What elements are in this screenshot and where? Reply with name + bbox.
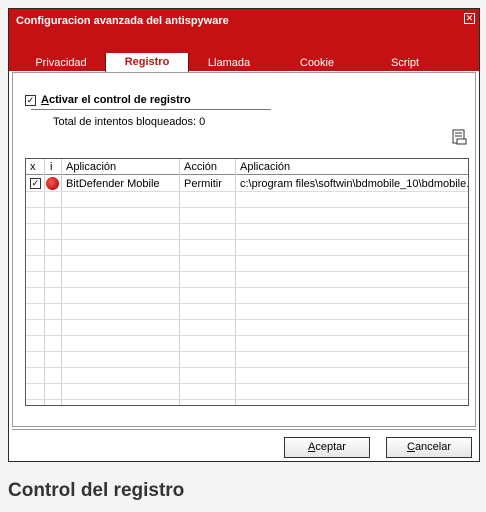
- close-icon[interactable]: ✕: [464, 13, 475, 24]
- cancel-mnemonic: C: [406, 441, 415, 453]
- figure-caption: Control del registro: [8, 480, 185, 501]
- activate-label[interactable]: Activar el control de registro: [41, 94, 191, 106]
- row-divider: [26, 303, 468, 304]
- tab-cookie[interactable]: Cookie: [289, 57, 345, 69]
- row-divider: [26, 367, 468, 368]
- row-checkbox[interactable]: ✓: [30, 178, 41, 189]
- section-divider: [31, 109, 271, 110]
- cancel-label: ancelar: [414, 441, 452, 453]
- row-divider: [26, 351, 468, 352]
- column-divider: [235, 159, 236, 405]
- row-divider: [26, 335, 468, 336]
- row-divider: [26, 207, 468, 208]
- title-bar: Configuracion avanzada del antispyware ✕…: [9, 9, 479, 72]
- bitdefender-icon: [46, 177, 59, 190]
- settings-dialog: Configuracion avanzada del antispyware ✕…: [8, 8, 480, 462]
- accept-button[interactable]: Aceptar: [284, 437, 370, 458]
- column-divider: [179, 159, 180, 405]
- column-divider: [44, 159, 45, 405]
- row-divider: [26, 191, 468, 192]
- column-header-app[interactable]: Aplicación: [66, 161, 116, 173]
- tab-llamada[interactable]: Llamada: [201, 57, 257, 69]
- tab-script[interactable]: Script: [377, 57, 433, 69]
- row-divider: [26, 223, 468, 224]
- tab-strip: Privacidad Registro Llamada Cookie Scrip…: [9, 53, 479, 72]
- row-divider: [26, 399, 468, 400]
- row-divider: [26, 287, 468, 288]
- table-header: x i Aplicación Acción Aplicación: [26, 159, 468, 175]
- dialog-footer: Aceptar Cancelar: [12, 429, 476, 459]
- tab-registro[interactable]: Registro: [105, 53, 189, 72]
- row-divider: [26, 383, 468, 384]
- row-path: c:\program files\softwin\bdmobile_10\bdm…: [240, 178, 469, 190]
- column-header-x[interactable]: x: [30, 161, 36, 173]
- cancel-button[interactable]: Cancelar: [386, 437, 472, 458]
- row-divider: [26, 239, 468, 240]
- row-divider: [26, 255, 468, 256]
- export-icon[interactable]: [451, 129, 467, 145]
- activate-checkbox[interactable]: ✓: [25, 94, 36, 106]
- column-header-path[interactable]: Aplicación: [240, 161, 290, 173]
- blocked-total: Total de intentos bloqueados: 0: [53, 116, 206, 128]
- row-action[interactable]: Permitir: [184, 178, 222, 190]
- applications-table: x i Aplicación Acción Aplicación ✓ BitDe…: [25, 158, 469, 406]
- column-header-i[interactable]: i: [50, 161, 52, 173]
- dialog-title: Configuracion avanzada del antispyware: [16, 15, 229, 27]
- row-app-name: BitDefender Mobile: [66, 178, 160, 190]
- tab-privacidad[interactable]: Privacidad: [29, 57, 93, 69]
- accept-label: ceptar: [315, 441, 346, 453]
- row-divider: [26, 319, 468, 320]
- column-divider: [61, 159, 62, 405]
- page-background: Configuracion avanzada del antispyware ✕…: [0, 0, 486, 512]
- column-header-action[interactable]: Acción: [184, 161, 217, 173]
- row-divider: [26, 271, 468, 272]
- tab-content-registro: ✓ Activar el control de registro Total d…: [12, 72, 476, 427]
- activate-row[interactable]: ✓ Activar el control de registro: [25, 94, 191, 106]
